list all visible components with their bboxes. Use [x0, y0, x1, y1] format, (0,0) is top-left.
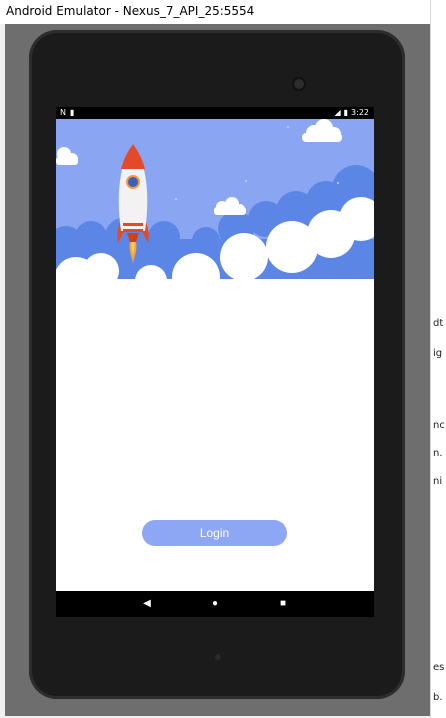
home-icon[interactable]: ●	[208, 597, 222, 611]
hero-illustration	[56, 119, 374, 299]
emulator-window: Android Emulator - Nexus_7_API_25:5554 N…	[0, 0, 446, 718]
side-text: b.	[433, 692, 443, 703]
sd-card-icon: ▮	[69, 108, 75, 117]
notification-icon: N	[60, 108, 66, 117]
window-title: Android Emulator - Nexus_7_API_25:5554	[6, 4, 255, 18]
side-text: es	[433, 662, 445, 673]
front-camera	[294, 79, 304, 89]
status-bar: N ▮ ◢ ▮ 3:22	[56, 107, 374, 119]
status-time: 3:22	[351, 108, 369, 117]
recents-icon[interactable]: ■	[276, 597, 290, 611]
side-text: ni	[433, 476, 443, 487]
login-button[interactable]: Login	[142, 520, 287, 546]
side-text: n.	[433, 448, 443, 459]
device-screen[interactable]: N ▮ ◢ ▮ 3:22 Login ◀ ● ■	[56, 107, 374, 617]
side-text: nc	[433, 420, 445, 431]
side-panel: dt ig nc n. ni es b.	[430, 0, 446, 718]
back-icon[interactable]: ◀	[140, 597, 154, 611]
device-sensor	[215, 654, 221, 660]
side-text: dt	[433, 318, 444, 329]
signal-icon: ◢	[334, 108, 341, 117]
app-content: Login	[56, 119, 374, 591]
battery-icon: ▮	[343, 108, 349, 117]
side-text: ig	[433, 348, 443, 359]
window-titlebar[interactable]: Android Emulator - Nexus_7_API_25:5554	[0, 0, 430, 24]
navigation-bar: ◀ ● ■	[56, 591, 374, 617]
